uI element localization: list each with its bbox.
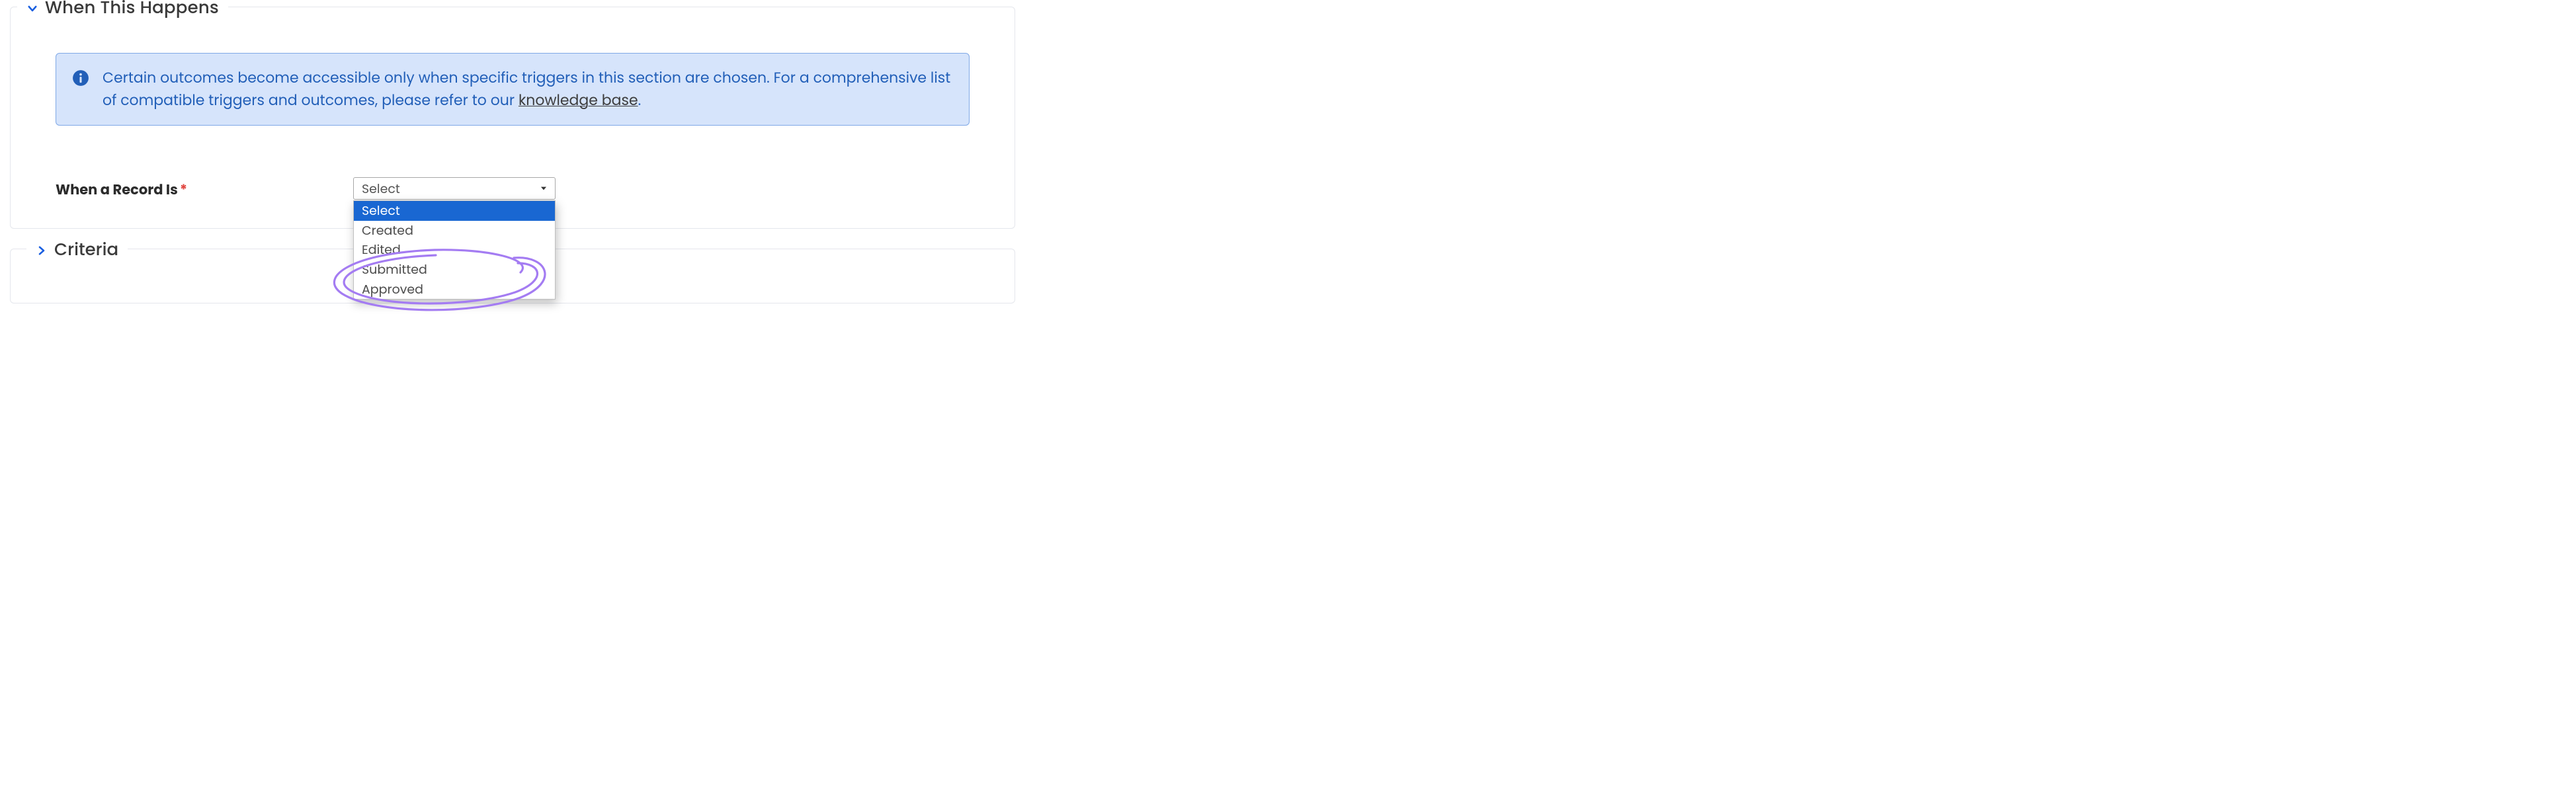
section-title: Criteria bbox=[54, 237, 118, 263]
field-label: When a Record Is* bbox=[56, 177, 353, 200]
record-trigger-option[interactable]: Created bbox=[354, 221, 555, 241]
record-trigger-option[interactable]: Submitted bbox=[354, 260, 555, 280]
record-trigger-listbox[interactable]: SelectCreatedEditedSubmittedApproved bbox=[353, 200, 556, 300]
section-title: When This Happens bbox=[45, 0, 219, 21]
required-indicator: * bbox=[180, 180, 187, 200]
chevron-down-icon bbox=[26, 3, 38, 15]
info-alert-message: Certain outcomes become accessible only … bbox=[103, 67, 953, 112]
info-alert-text-tail: . bbox=[638, 90, 642, 110]
record-trigger-select-value: Select bbox=[362, 179, 400, 198]
knowledge-base-link[interactable]: knowledge base bbox=[519, 90, 638, 110]
record-trigger-option[interactable]: Approved bbox=[354, 280, 555, 300]
record-trigger-option[interactable]: Select bbox=[354, 201, 555, 221]
record-trigger-select: Select SelectCreatedEditedSubmittedAppro… bbox=[353, 177, 556, 200]
section-when-this-happens: When This Happens Certain outcomes becom… bbox=[10, 7, 1015, 229]
section-header-criteria[interactable]: Criteria bbox=[26, 237, 128, 263]
info-icon bbox=[72, 69, 89, 87]
record-trigger-select-button[interactable]: Select bbox=[353, 177, 556, 200]
field-when-a-record-is: When a Record Is* Select SelectCreatedEd… bbox=[56, 177, 970, 200]
field-label-text: When a Record Is bbox=[56, 180, 178, 200]
section-header-when-this-happens[interactable]: When This Happens bbox=[17, 0, 228, 21]
chevron-down-icon bbox=[539, 184, 548, 193]
info-alert: Certain outcomes become accessible only … bbox=[56, 53, 970, 126]
record-trigger-option[interactable]: Edited bbox=[354, 240, 555, 260]
chevron-right-icon bbox=[36, 245, 48, 257]
